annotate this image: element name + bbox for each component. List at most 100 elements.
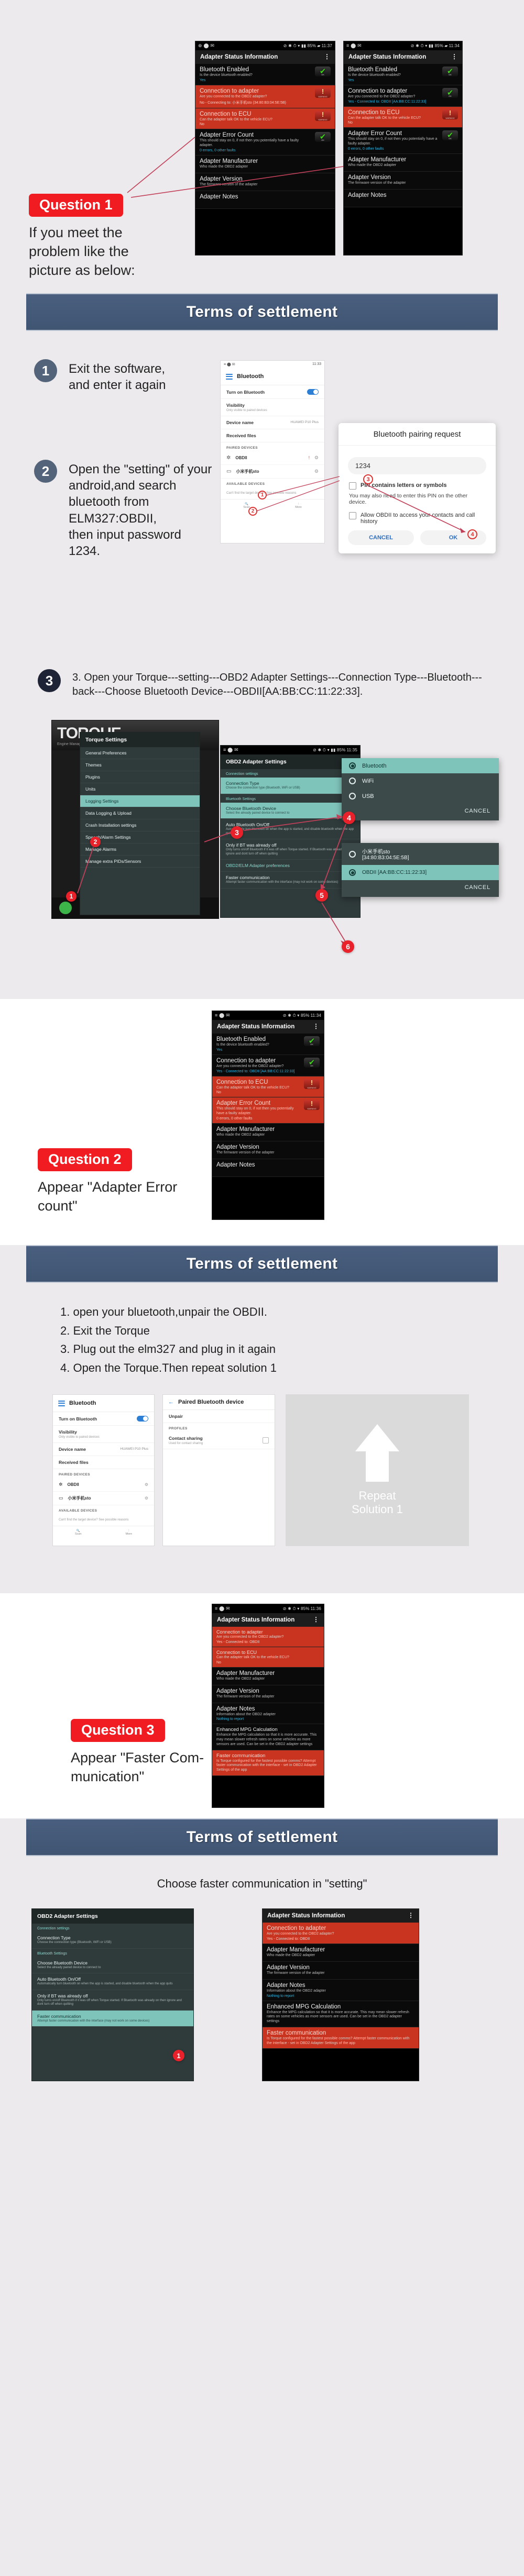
overflow-menu-icon[interactable]: ⋮ — [408, 1912, 414, 1918]
list-item[interactable]: Received files — [221, 429, 324, 442]
table-row[interactable]: Bluetooth Enabled Is the device bluetoot… — [195, 64, 335, 85]
table-row[interactable]: Adapter Version The firmware version of … — [195, 173, 335, 191]
list-item[interactable]: ▭ 小米手机sto ⚙ — [53, 1492, 154, 1505]
pin-letters-checkbox[interactable]: PIN contains letters or symbols — [339, 481, 496, 491]
table-row[interactable]: Adapter Notes — [212, 1159, 324, 1177]
table-row[interactable]: Adapter Notes Information about the OBD2… — [212, 1703, 324, 1725]
table-row[interactable]: Adapter Version The firmware version of … — [212, 1685, 324, 1703]
menu-item[interactable]: Units — [80, 783, 200, 795]
bluetooth-toggle[interactable] — [137, 1416, 148, 1422]
bluetooth-toggle[interactable] — [307, 389, 319, 395]
option-xiaomi-phone[interactable]: 小米手机sto [34:80:B3:04:5E:5B] — [342, 843, 499, 865]
table-row[interactable]: Adapter Notes — [195, 191, 335, 209]
menu-item[interactable]: General Preferences — [80, 747, 200, 759]
list-item[interactable]: ✲ OBDII ! ⚙ — [221, 451, 324, 465]
table-row[interactable]: Adapter Notes — [344, 189, 462, 207]
more-button[interactable]: ⋮ More — [125, 1529, 132, 1536]
list-item[interactable]: ✲ OBDII ⚙ — [53, 1478, 154, 1492]
setting-faster-communication[interactable]: Faster communication Attempt faster comm… — [221, 872, 360, 889]
table-row-faster-communication[interactable]: Faster communication Is Torque configure… — [212, 1750, 324, 1776]
overflow-menu-icon[interactable]: ⋮ — [451, 53, 457, 60]
table-row[interactable]: Bluetooth Enabled Is the device bluetoot… — [212, 1034, 324, 1055]
overflow-menu-icon[interactable]: ⋮ — [324, 53, 330, 60]
overflow-menu-icon[interactable]: ⋮ — [313, 1023, 319, 1029]
setting-elm-prefs[interactable]: OBD2/ELM Adapter preferences — [221, 860, 360, 872]
setting-connection-type[interactable]: Connection Type Choose the connection ty… — [32, 1932, 193, 1949]
table-row-adapter-error-count[interactable]: Adapter Error Count This should stay on … — [212, 1097, 324, 1124]
scan-button[interactable]: 🔍 Scan — [243, 503, 250, 509]
setting-only-if-bt-off[interactable]: Only if BT was already off Only turns on… — [221, 839, 360, 860]
scan-button[interactable]: 🔍 Scan — [75, 1529, 82, 1536]
menu-item[interactable]: Plugins — [80, 771, 200, 783]
settings-gear-icon[interactable]: ⚙ — [314, 455, 319, 461]
setting-choose-bluetooth-device[interactable]: Choose Bluetooth Device Select the alrea… — [32, 1957, 193, 1973]
table-row[interactable]: Connection to adapter Are you connected … — [344, 85, 462, 107]
table-row[interactable]: Adapter Error Count This should stay on … — [344, 128, 462, 154]
list-item[interactable]: Visibility Only visible to paired device… — [53, 1426, 154, 1443]
setting-only-if-bt-off[interactable]: Only if BT was already off Only turns on… — [32, 1990, 193, 2011]
callout-1: 1 — [173, 2050, 184, 2061]
cancel-button[interactable]: CANCEL — [348, 530, 414, 545]
row-desc: This should stay on 0, if not then you p… — [348, 137, 438, 146]
settings-gear-icon[interactable]: ⚙ — [314, 469, 319, 474]
setting-auto-bluetooth[interactable]: Auto Bluetooth On/Off Automatically turn… — [32, 1973, 193, 1990]
option-obdii[interactable]: OBDII [AA:BB:CC:11:22:33] — [342, 865, 499, 880]
list-item[interactable]: Turn on Bluetooth — [53, 1412, 154, 1426]
menu-icon[interactable] — [226, 372, 233, 381]
option-bluetooth[interactable]: Bluetooth — [342, 758, 499, 773]
table-row[interactable]: Adapter Version The firmware version of … — [212, 1141, 324, 1159]
table-row[interactable]: Adapter Manufacturer Who made the OBD2 a… — [212, 1667, 324, 1685]
table-row[interactable]: Connection to adapter Are you connected … — [263, 1923, 419, 1944]
table-row[interactable]: Connection to adapter Are you connected … — [212, 1627, 324, 1647]
cancel-button[interactable]: CANCEL — [342, 804, 499, 820]
cancel-button[interactable]: CANCEL — [342, 880, 499, 897]
table-row[interactable]: Enhanced MPG Calculation Enhance the MPG… — [263, 2001, 419, 2027]
setting-connection-type[interactable]: Connection Type Choose the connection ty… — [221, 778, 360, 794]
table-row[interactable]: Connection to ECU Can the adapter talk O… — [212, 1647, 324, 1668]
unpair-row[interactable]: Unpair — [163, 1410, 275, 1423]
option-wifi[interactable]: WiFi — [342, 773, 499, 789]
table-row[interactable]: Adapter Error Count This should stay on … — [195, 129, 335, 156]
pin-input[interactable]: 1234 — [348, 457, 486, 474]
list-item[interactable]: Device name HUAWEI P10 Plus — [53, 1443, 154, 1456]
table-row[interactable]: Enhanced MPG Calculation Enhance the MPG… — [212, 1724, 324, 1750]
back-arrow-icon[interactable]: ← — [168, 1399, 174, 1405]
table-row[interactable]: Adapter Manufacturer Who made the OBD2 a… — [195, 155, 335, 173]
menu-item[interactable]: Data Logging & Upload — [80, 807, 200, 819]
list-item[interactable]: ▭ 小米手机sto ⚙ — [221, 465, 324, 479]
settings-gear-icon[interactable]: ⚙ — [145, 1496, 148, 1501]
table-row-faster-communication[interactable]: Faster communication Is Torque configure… — [263, 2027, 419, 2049]
overflow-menu-icon[interactable]: ⋮ — [313, 1616, 319, 1623]
status-icons-left: ≡ ⬤ ✉ — [346, 43, 362, 48]
list-item[interactable]: Turn on Bluetooth — [221, 385, 324, 399]
table-row[interactable]: Adapter Manufacturer Who made the OBD2 a… — [344, 153, 462, 172]
table-row[interactable]: Bluetooth Enabled Is the device bluetoot… — [344, 64, 462, 85]
table-row[interactable]: Adapter Manufacturer Who made the OBD2 a… — [212, 1123, 324, 1141]
torque-fab[interactable] — [59, 902, 72, 914]
table-row[interactable]: Connection to ECU Can the adapter talk O… — [195, 108, 335, 130]
menu-item[interactable]: Manage extra PIDs/Sensors — [80, 856, 200, 868]
setting-choose-bluetooth-device[interactable]: Choose Bluetooth Device Select the alrea… — [221, 802, 360, 819]
menu-item[interactable]: Crash Installation settings — [80, 819, 200, 831]
menu-item-logging-settings[interactable]: Logging Settings — [80, 795, 200, 807]
list-item[interactable]: Visibility Only visible to paired device… — [221, 399, 324, 416]
table-row[interactable]: Adapter Notes Information about the OBD2… — [263, 1979, 419, 2001]
table-row[interactable]: Adapter Manufacturer Who made the OBD2 a… — [263, 1944, 419, 1962]
list-item[interactable]: Received files — [53, 1456, 154, 1469]
menu-item[interactable]: Themes — [80, 759, 200, 771]
table-row[interactable]: Adapter Version The firmware version of … — [263, 1961, 419, 1980]
table-row[interactable]: Connection to ECU Can the adapter talk O… — [212, 1076, 324, 1098]
menu-icon[interactable] — [58, 1399, 65, 1407]
table-row[interactable]: Adapter Version The firmware version of … — [344, 171, 462, 190]
contact-sharing-row[interactable]: Contact sharing Used for contact sharing — [163, 1432, 275, 1449]
list-item[interactable]: Device name HUAWEI P10 Plus — [221, 416, 324, 429]
option-usb[interactable]: USB — [342, 789, 499, 804]
allow-contacts-checkbox[interactable]: Allow OBDII to access your contacts and … — [339, 510, 496, 526]
table-row[interactable]: Connection to adapter Are you connected … — [195, 85, 335, 108]
settings-gear-icon[interactable]: ⚙ — [145, 1482, 148, 1487]
checkbox-icon[interactable] — [263, 1437, 269, 1444]
setting-faster-communication[interactable]: Faster communication Attempt faster comm… — [32, 2010, 193, 2027]
table-row[interactable]: Connection to ECU Can the adapter talk O… — [344, 106, 462, 128]
table-row[interactable]: Connection to adapter Are you connected … — [212, 1054, 324, 1076]
more-button[interactable]: ⋮ More — [295, 503, 302, 509]
